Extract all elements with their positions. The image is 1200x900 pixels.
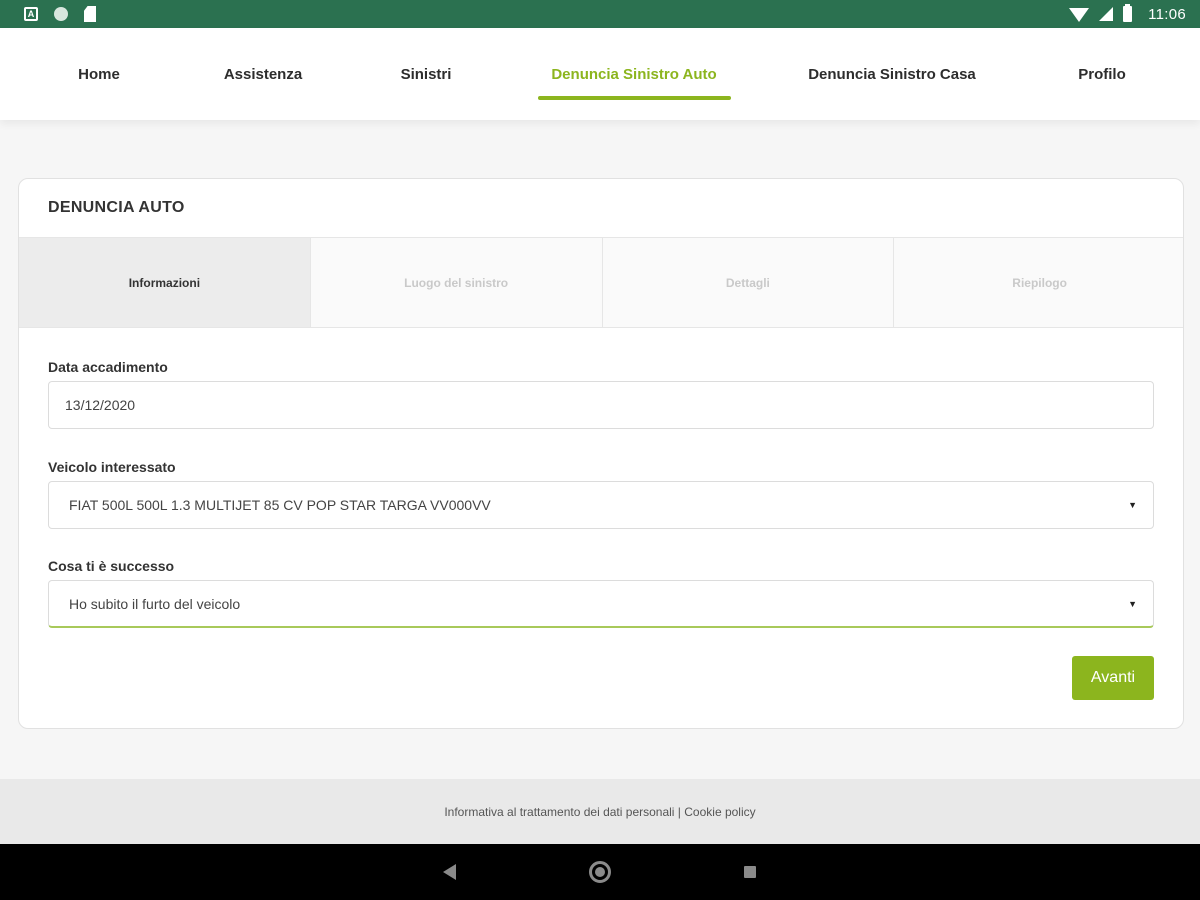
vehicle-label: Veicolo interessato <box>48 459 176 475</box>
nav-item-profilo[interactable]: Profilo <box>1078 28 1126 120</box>
a-icon: A <box>24 7 38 21</box>
step-informazioni[interactable]: Informazioni <box>19 238 311 327</box>
home-icon[interactable] <box>589 861 611 883</box>
privacy-policy-link[interactable]: Informativa al trattamento dei dati pers… <box>444 805 674 819</box>
status-bar: A 11:06 <box>0 0 1200 28</box>
cookie-policy-link[interactable]: Cookie policy <box>684 805 755 819</box>
event-label: Cosa ti è successo <box>48 558 175 574</box>
claim-form-card: DENUNCIA AUTO Informazioni Luogo del sin… <box>18 178 1184 729</box>
date-input[interactable]: 13/12/2020 <box>48 381 1154 429</box>
circle-icon <box>54 7 68 21</box>
vehicle-select[interactable]: FIAT 500L 500L 1.3 MULTIJET 85 CV POP ST… <box>48 481 1154 529</box>
dropdown-caret-icon: ▼ <box>1128 598 1137 609</box>
android-navigation-bar <box>0 844 1200 900</box>
active-tab-indicator <box>538 96 731 100</box>
footer-separator: | <box>674 804 685 819</box>
nav-item-denuncia-sinistro-auto[interactable]: Denuncia Sinistro Auto <box>551 28 716 120</box>
signal-icon <box>1099 7 1114 21</box>
top-navigation: Home Assistenza Sinistri Denuncia Sinist… <box>0 28 1200 120</box>
footer: Informativa al trattamento dei dati pers… <box>0 779 1200 844</box>
nav-item-home[interactable]: Home <box>78 28 120 120</box>
date-value: 13/12/2020 <box>65 397 136 413</box>
step-luogo-del-sinistro[interactable]: Luogo del sinistro <box>310 238 603 327</box>
system-icons: 11:06 <box>1069 4 1186 23</box>
step-dettagli[interactable]: Dettagli <box>602 238 895 327</box>
notification-icons: A <box>24 6 96 22</box>
battery-icon <box>1123 4 1133 22</box>
date-label: Data accadimento <box>48 359 168 375</box>
back-icon[interactable] <box>443 864 456 880</box>
dropdown-caret-icon: ▼ <box>1128 500 1137 510</box>
card-title: DENUNCIA AUTO <box>48 199 185 216</box>
wizard-stepper: Informazioni Luogo del sinistro Dettagli… <box>19 237 1183 328</box>
clock: 11:06 <box>1148 5 1186 23</box>
nav-item-assistenza[interactable]: Assistenza <box>224 28 302 120</box>
recent-apps-icon[interactable] <box>744 866 756 878</box>
sd-card-icon <box>84 6 96 22</box>
next-button[interactable]: Avanti <box>1072 656 1154 700</box>
event-select[interactable]: Ho subito il furto del veicolo ▼ <box>48 580 1154 628</box>
event-value: Ho subito il furto del veicolo <box>69 595 241 612</box>
nav-item-denuncia-sinistro-casa[interactable]: Denuncia Sinistro Casa <box>808 28 976 120</box>
nav-item-sinistri[interactable]: Sinistri <box>401 28 452 120</box>
wifi-icon <box>1069 8 1090 22</box>
step-riepilogo[interactable]: Riepilogo <box>894 238 1183 327</box>
vehicle-value: FIAT 500L 500L 1.3 MULTIJET 85 CV POP ST… <box>69 497 491 513</box>
